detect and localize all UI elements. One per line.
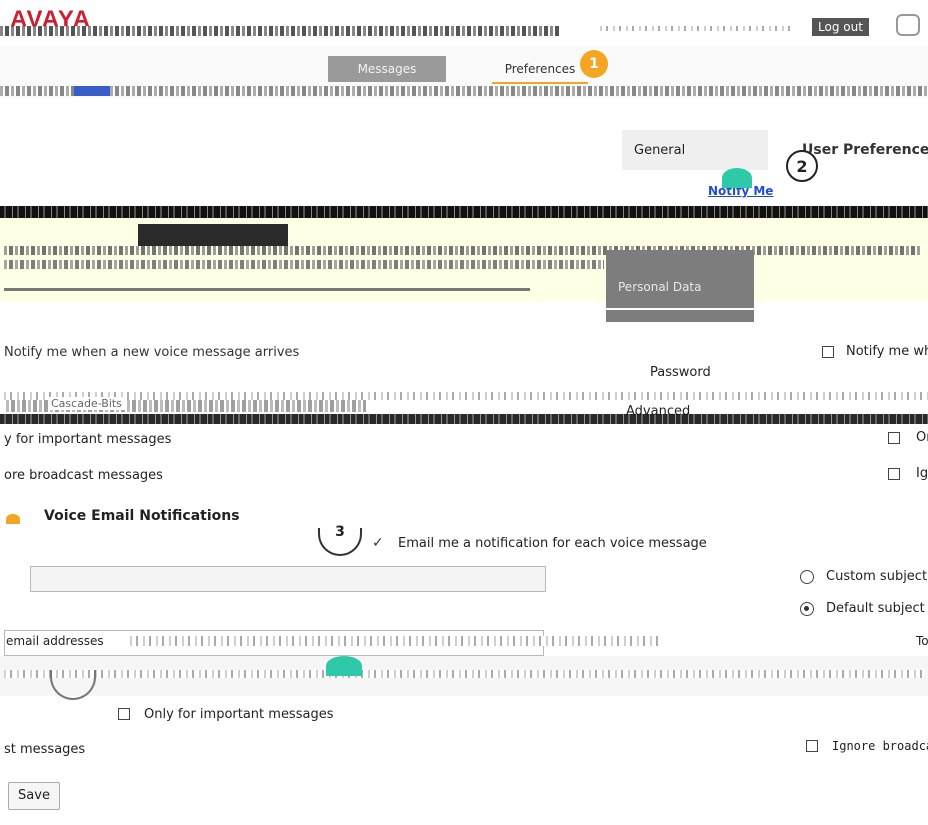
email-important-only-label: Only for important messages: [144, 707, 334, 722]
default-subject-label: Default subject: [826, 601, 925, 616]
logout-link[interactable]: Log out: [812, 18, 869, 36]
default-subject-radio[interactable]: [800, 602, 814, 616]
nav-bar: Messages Preferences 1: [0, 46, 928, 98]
tab-preferences-label: Preferences: [504, 62, 576, 76]
info-band-underline: [4, 288, 530, 291]
logout-label: Log out: [818, 20, 863, 34]
sidebar-item-personal-data[interactable]: Personal Data: [606, 250, 754, 308]
email-important-only-checkbox[interactable]: [118, 708, 130, 720]
info-band-text-line-1: [4, 246, 922, 255]
info-band-highlight: [138, 224, 288, 246]
email-each-checkmark-icon: ✓: [372, 535, 384, 551]
email-address-input[interactable]: [30, 566, 546, 592]
voice-email-heading-bullet: [6, 514, 20, 524]
custom-subject-label: Custom subject: [826, 569, 928, 584]
voice-email-heading: Voice Email Notifications: [44, 508, 240, 524]
nav-noise-strip: [0, 86, 928, 96]
lower-band-noise: [4, 670, 924, 678]
save-button[interactable]: Save: [8, 782, 60, 810]
email-ignore-broadcast-label: Ignore broadcast: [832, 739, 928, 753]
tab-messages-label: Messages: [357, 62, 417, 76]
phone-ignore-broadcast-right[interactable]: Ig: [888, 466, 928, 484]
custom-subject-option[interactable]: Custom subject: [800, 568, 928, 588]
email-ignore-broadcast-checkbox[interactable]: [806, 740, 818, 752]
sidebar-gap-block: [606, 310, 754, 322]
mid-divider-bar: [0, 414, 928, 424]
phone-notify-checkbox-row[interactable]: Notify me wh: [822, 344, 928, 362]
email-ignore-broadcast-row[interactable]: Ignore broadcast: [806, 738, 928, 758]
email-addresses-noise: [130, 636, 660, 646]
phone-notify-checkbox[interactable]: [822, 346, 834, 358]
phone-ignore-broadcast-left: ore broadcast messages: [4, 468, 163, 483]
divider-bar: [0, 206, 928, 218]
sidebar-item-personal-data-label: Personal Data: [618, 280, 702, 294]
cascade-label: Cascade-Bits: [48, 397, 125, 410]
sidebar-item-password-label: Password: [650, 365, 711, 380]
custom-subject-radio[interactable]: [800, 570, 814, 584]
nav-accent-mark: [74, 86, 110, 96]
phone-section-noise: [4, 392, 928, 400]
email-each-label: Email me a notification for each voice m…: [398, 536, 707, 551]
phone-ignore-broadcast-checkbox[interactable]: [888, 468, 900, 480]
tab-messages[interactable]: Messages: [328, 56, 446, 82]
email-ignore-broadcast-left: st messages: [4, 742, 86, 757]
sidebar-item-general[interactable]: General: [622, 130, 768, 170]
email-important-only-row[interactable]: Only for important messages: [118, 706, 358, 726]
description-text: Notify me when a new voice message arriv…: [4, 345, 300, 360]
preferences-callout-badge: 1: [580, 50, 608, 78]
page-title: User Preference: [802, 142, 928, 158]
tab-preferences[interactable]: Preferences: [492, 56, 588, 84]
save-button-label: Save: [18, 788, 50, 803]
info-band: [0, 218, 928, 302]
sidebar-item-general-label: General: [634, 143, 686, 158]
lower-band-accent: [326, 656, 362, 676]
to-label: To: [916, 634, 928, 648]
header-noise-strip-2: [600, 26, 790, 31]
phone-important-only-checkbox[interactable]: [888, 432, 900, 444]
sidebar-item-password[interactable]: Password: [622, 360, 742, 388]
info-band-text-line-2: [4, 260, 604, 269]
email-addresses-label: email addresses: [6, 634, 108, 648]
notify-callout-badge: 2: [786, 150, 818, 182]
notify-accent-dot: [722, 168, 752, 188]
phone-notify-label: Notify me wh: [846, 344, 928, 359]
phone-important-only-left: y for important messages: [4, 432, 172, 447]
email-callout-badge: 3: [318, 525, 362, 556]
user-icon[interactable]: [896, 14, 920, 36]
lower-band: [0, 656, 928, 696]
default-subject-option[interactable]: Default subject: [800, 600, 928, 620]
phone-important-only-right[interactable]: Or: [888, 430, 928, 448]
header-noise-strip: [0, 26, 560, 36]
email-each-row[interactable]: ✓ Email me a notification for each voice…: [372, 535, 732, 554]
top-header-bar: AVAYA Log out: [0, 0, 928, 46]
